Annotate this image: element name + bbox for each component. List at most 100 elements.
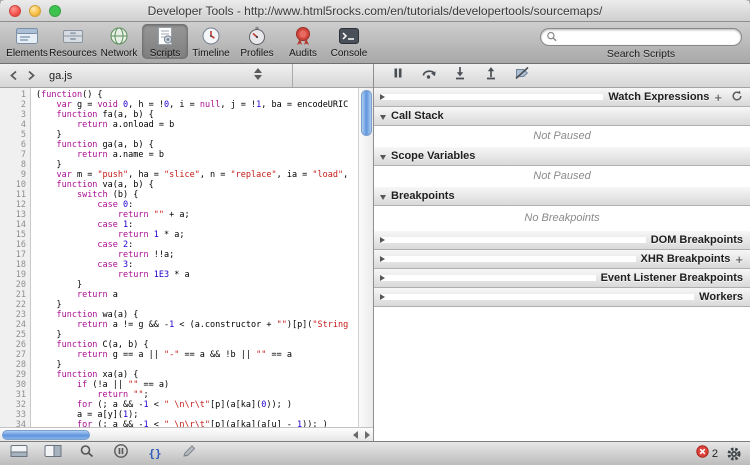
code-line[interactable]: return g == a || "-" == a && !b || "" ==… xyxy=(36,350,358,360)
line-number[interactable]: 11 xyxy=(0,190,26,200)
line-number[interactable]: 32 xyxy=(0,400,26,410)
section-header-breakpoints[interactable]: Breakpoints xyxy=(374,187,750,206)
search-button[interactable] xyxy=(76,445,98,463)
code-line[interactable]: return "" + a; xyxy=(36,210,358,220)
code-line[interactable]: } xyxy=(36,360,358,370)
back-button[interactable] xyxy=(4,67,22,84)
scroll-right-icon[interactable] xyxy=(365,431,370,439)
code-line[interactable]: switch (b) { xyxy=(36,190,358,200)
code-line[interactable]: var g = void 0, h = !0, i = null, j = !1… xyxy=(36,100,358,110)
file-selector-dropdown[interactable]: ga.js xyxy=(49,70,72,82)
line-number[interactable]: 2 xyxy=(0,100,26,110)
toolbar-item-resources[interactable]: Resources xyxy=(49,24,97,59)
line-number[interactable]: 30 xyxy=(0,380,26,390)
section-header-event-listener-breakpoints[interactable]: Event Listener Breakpoints xyxy=(374,269,750,288)
vertical-scroll-thumb[interactable] xyxy=(360,90,372,136)
line-number[interactable]: 18 xyxy=(0,260,26,270)
code-line[interactable]: } xyxy=(36,280,358,290)
line-number[interactable]: 1 xyxy=(0,90,26,100)
line-number[interactable]: 29 xyxy=(0,370,26,380)
toolbar-item-audits[interactable]: Audits xyxy=(280,24,326,59)
line-number[interactable]: 17 xyxy=(0,250,26,260)
code-line[interactable]: return a.onload = b xyxy=(36,120,358,130)
titlebar[interactable]: Developer Tools - http://www.html5rocks.… xyxy=(0,0,750,22)
code-line[interactable]: } xyxy=(36,300,358,310)
code-line[interactable]: function wa(a) { xyxy=(36,310,358,320)
line-number[interactable]: 33 xyxy=(0,410,26,420)
edit-button[interactable] xyxy=(178,445,200,463)
pause-on-exceptions-button[interactable] xyxy=(110,444,132,463)
code-line[interactable]: case 2: xyxy=(36,240,358,250)
file-dropdown-stepper-icon[interactable] xyxy=(254,68,262,80)
line-number[interactable]: 22 xyxy=(0,300,26,310)
section-header-workers[interactable]: Workers xyxy=(374,288,750,307)
line-number[interactable]: 5 xyxy=(0,130,26,140)
close-button[interactable] xyxy=(9,5,21,17)
add-button[interactable]: + xyxy=(714,91,722,104)
line-number[interactable]: 15 xyxy=(0,230,26,240)
section-header-call-stack[interactable]: Call Stack xyxy=(374,107,750,126)
line-number[interactable]: 16 xyxy=(0,240,26,250)
line-number[interactable]: 25 xyxy=(0,330,26,340)
step-out-button[interactable] xyxy=(479,67,503,85)
code-line[interactable]: } xyxy=(36,330,358,340)
refresh-button[interactable] xyxy=(731,90,743,105)
line-number[interactable]: 24 xyxy=(0,320,26,330)
search-input[interactable] xyxy=(540,28,742,46)
section-header-watch-expressions[interactable]: Watch Expressions + xyxy=(374,88,750,107)
line-number[interactable]: 13 xyxy=(0,210,26,220)
pause-button[interactable] xyxy=(386,67,410,85)
toolbar-item-network[interactable]: Network xyxy=(96,24,142,59)
code-line[interactable]: function va(a, b) { xyxy=(36,180,358,190)
zoom-button[interactable] xyxy=(49,5,61,17)
line-number[interactable]: 23 xyxy=(0,310,26,320)
code-line[interactable]: return a != g && -1 < (a.constructor + "… xyxy=(36,320,358,330)
line-number[interactable]: 14 xyxy=(0,220,26,230)
section-header-xhr-breakpoints[interactable]: XHR Breakpoints + xyxy=(374,250,750,269)
toolbar-item-timeline[interactable]: Timeline xyxy=(188,24,234,59)
line-number[interactable]: 10 xyxy=(0,180,26,190)
code-line[interactable]: return a xyxy=(36,290,358,300)
line-number[interactable]: 8 xyxy=(0,160,26,170)
toolbar-item-profiles[interactable]: Profiles xyxy=(234,24,280,59)
line-number[interactable]: 4 xyxy=(0,120,26,130)
line-number[interactable]: 9 xyxy=(0,170,26,180)
line-number[interactable]: 28 xyxy=(0,360,26,370)
toolbar-item-console[interactable]: Console xyxy=(326,24,372,59)
line-number[interactable]: 6 xyxy=(0,140,26,150)
code-line[interactable]: for (; a && -1 < " \n\r\t"[p](a[ka](a[u]… xyxy=(36,420,358,427)
code-line[interactable]: case 0: xyxy=(36,200,358,210)
code-line[interactable]: function xa(a) { xyxy=(36,370,358,380)
toolbar-item-elements[interactable]: Elements xyxy=(4,24,50,59)
code-line[interactable]: case 1: xyxy=(36,220,358,230)
code-line[interactable]: } xyxy=(36,130,358,140)
code-line[interactable]: return 1 * a; xyxy=(36,230,358,240)
line-number[interactable]: 31 xyxy=(0,390,26,400)
code-line[interactable]: (function() { xyxy=(36,90,358,100)
settings-gear-button[interactable] xyxy=(726,446,742,462)
error-count-badge[interactable]: 2 xyxy=(696,444,718,463)
code-line[interactable]: function C(a, b) { xyxy=(36,340,358,350)
step-over-button[interactable] xyxy=(417,67,441,85)
line-number[interactable]: 7 xyxy=(0,150,26,160)
line-number[interactable]: 26 xyxy=(0,340,26,350)
line-number[interactable]: 20 xyxy=(0,280,26,290)
line-number[interactable]: 19 xyxy=(0,270,26,280)
dock-button[interactable] xyxy=(42,445,64,463)
toolbar-item-scripts[interactable]: Scripts xyxy=(142,24,188,59)
scroll-left-icon[interactable] xyxy=(353,431,358,439)
line-number[interactable]: 27 xyxy=(0,350,26,360)
code-editor[interactable]: 1 2 3 4 5 6 7 8 9 10 11 12 13 14 15 16 17 18 19 20 21 22 23 24 2… xyxy=(0,88,373,427)
section-header-scope-variables[interactable]: Scope Variables xyxy=(374,147,750,166)
pretty-print-button[interactable]: {} xyxy=(144,445,166,463)
code-line[interactable]: return 1E3 * a xyxy=(36,270,358,280)
code-line[interactable]: case 3: xyxy=(36,260,358,270)
code-line[interactable]: function ga(a, b) { xyxy=(36,140,358,150)
toggle-breakpoints-button[interactable] xyxy=(510,66,534,85)
code-line[interactable]: function fa(a, b) { xyxy=(36,110,358,120)
console-toggle-button[interactable] xyxy=(8,445,30,463)
line-number[interactable]: 3 xyxy=(0,110,26,120)
minimize-button[interactable] xyxy=(29,5,41,17)
line-number[interactable]: 12 xyxy=(0,200,26,210)
scroll-arrows[interactable] xyxy=(353,431,370,439)
